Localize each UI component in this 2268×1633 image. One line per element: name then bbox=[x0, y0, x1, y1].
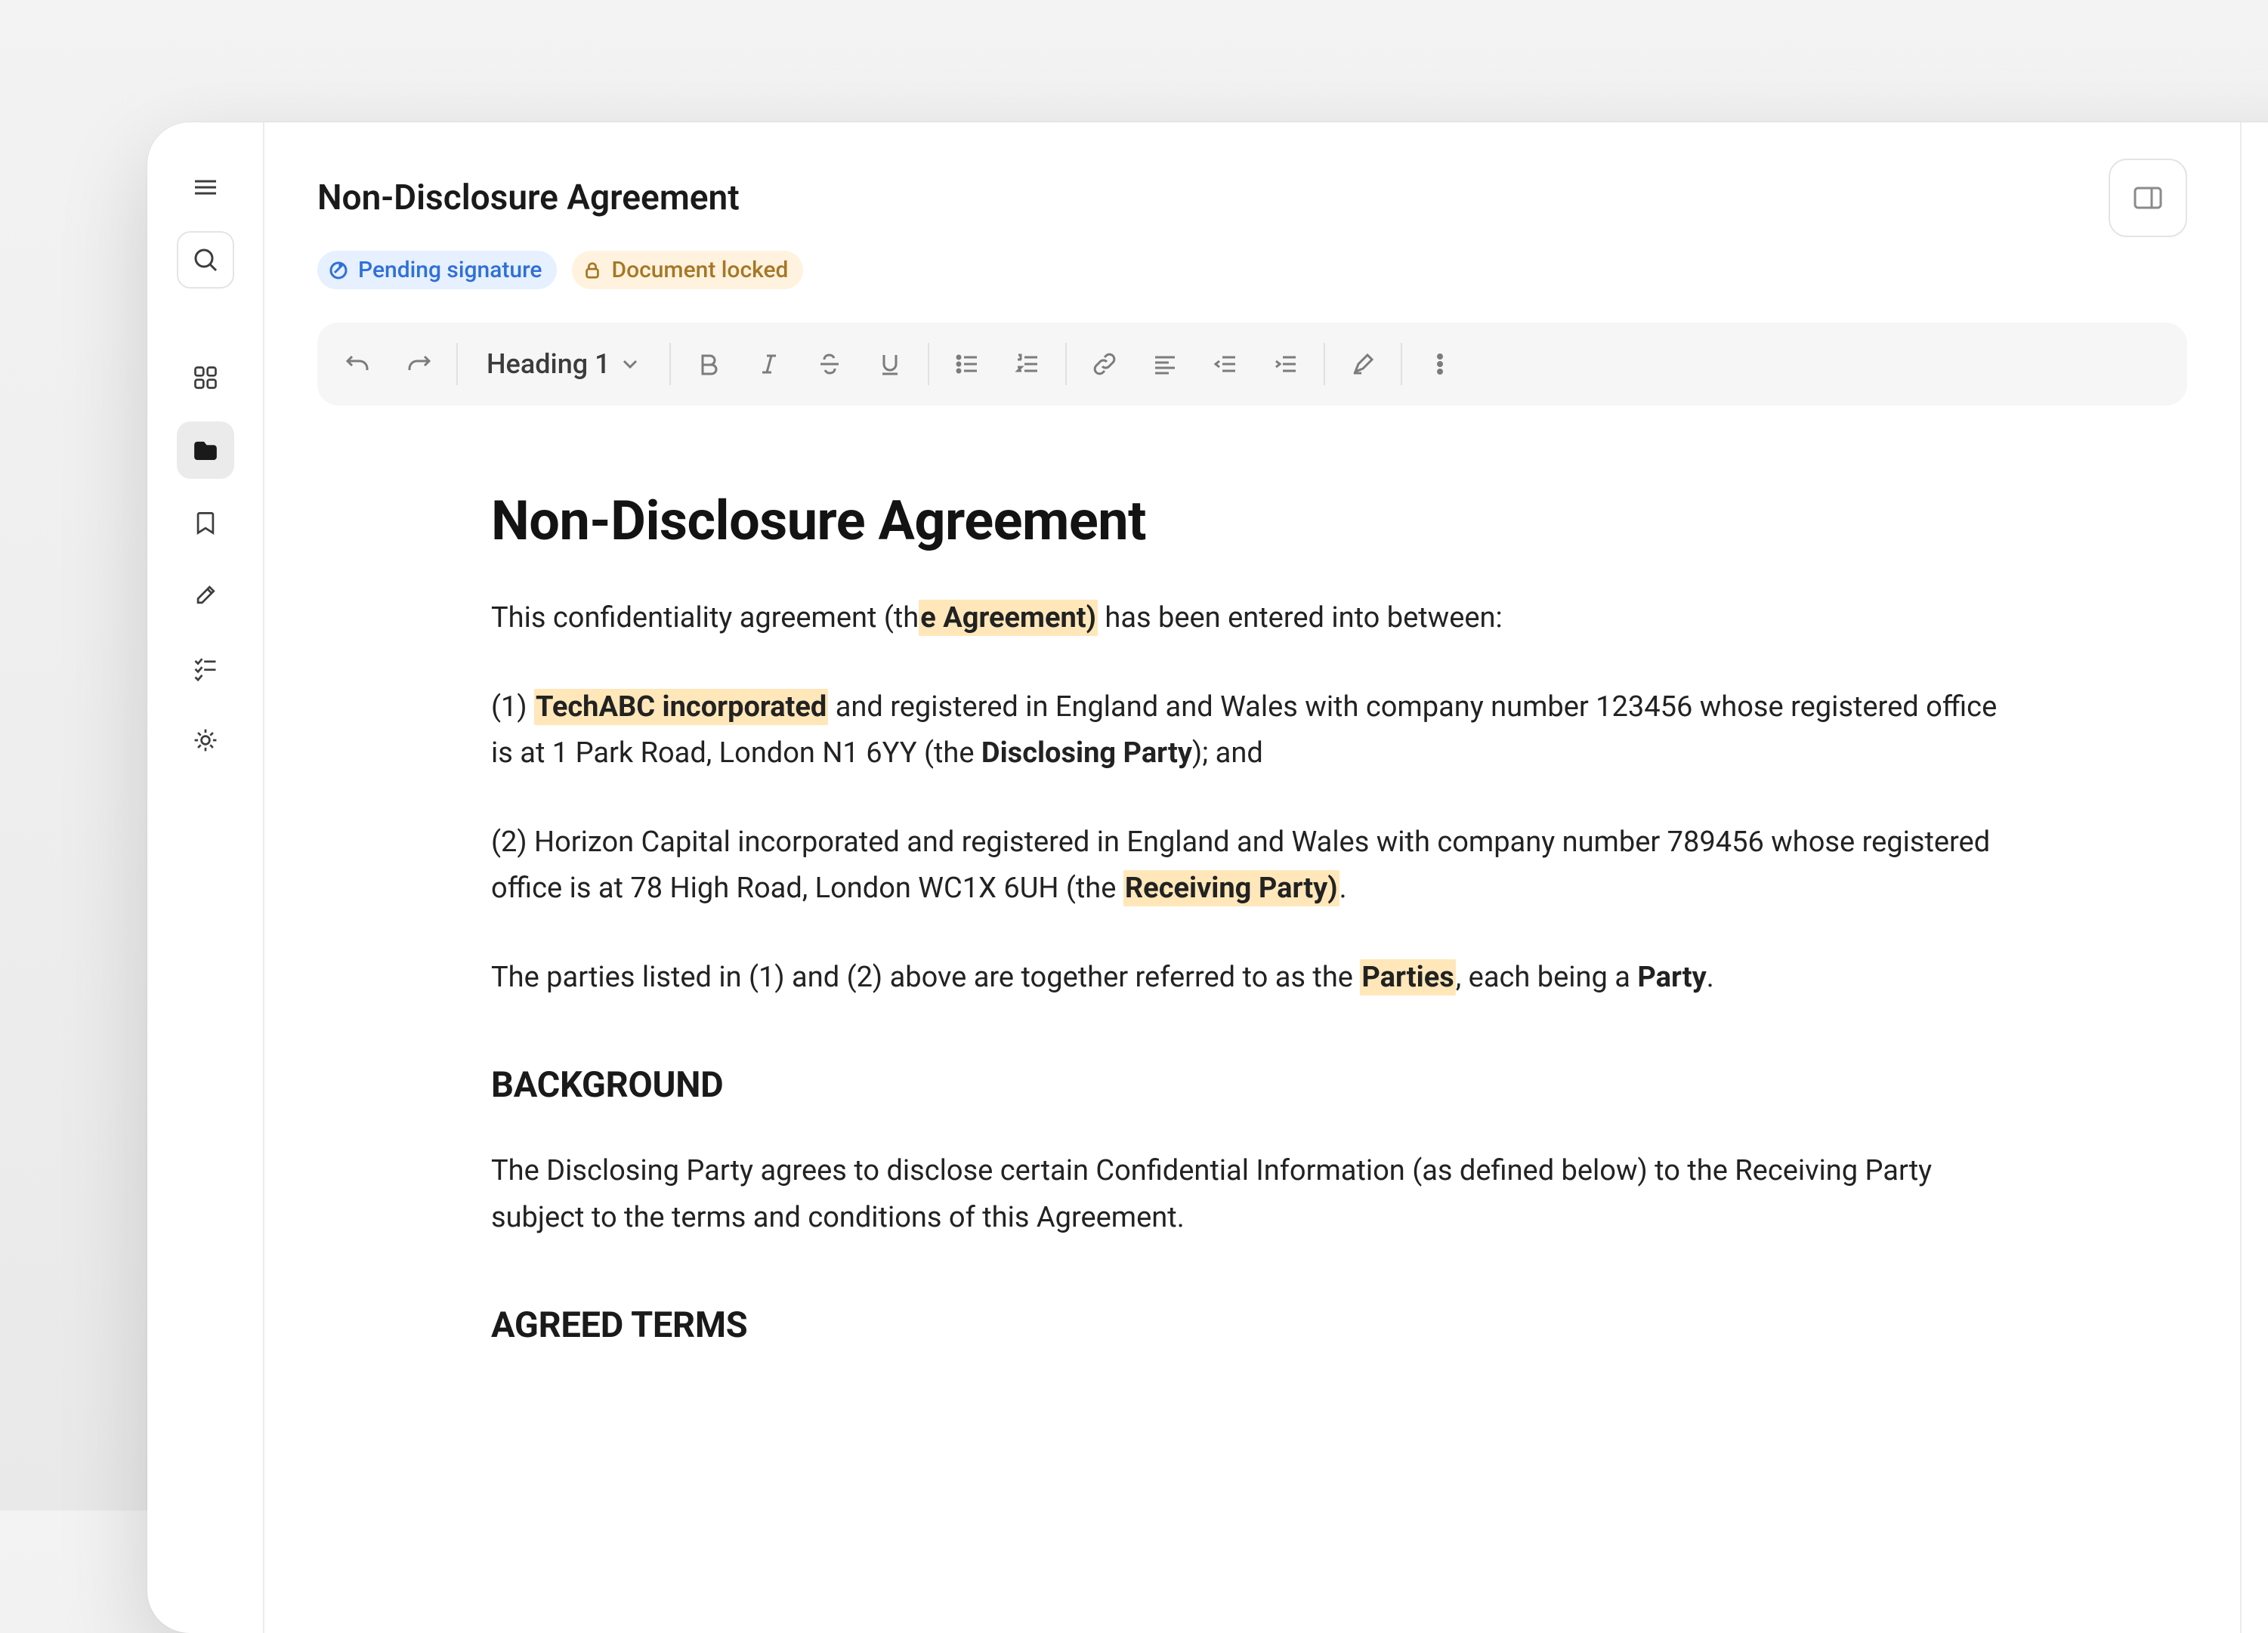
search-icon bbox=[190, 245, 221, 275]
highlight-button[interactable] bbox=[1333, 334, 1393, 394]
edit-icon bbox=[192, 582, 219, 609]
undo-button[interactable] bbox=[328, 334, 388, 394]
link-icon bbox=[1091, 350, 1118, 378]
bookmark-icon bbox=[192, 509, 219, 536]
more-button[interactable] bbox=[1410, 334, 1470, 394]
document-header: Non-Disclosure Agreement Pending signatu… bbox=[264, 122, 2240, 289]
ordered-list-icon bbox=[1014, 350, 1041, 378]
panel-icon bbox=[2130, 180, 2166, 216]
doc-paragraph: This confidentiality agreement (the Agre… bbox=[491, 595, 2013, 642]
redo-icon bbox=[403, 349, 434, 379]
nav-settings[interactable] bbox=[177, 712, 234, 769]
gear-icon bbox=[192, 727, 219, 754]
nav-apps[interactable] bbox=[177, 349, 234, 406]
nav-bookmarks[interactable] bbox=[177, 494, 234, 551]
nav-files[interactable] bbox=[177, 421, 234, 479]
redo-button[interactable] bbox=[388, 334, 449, 394]
doc-paragraph: The parties listed in (1) and (2) above … bbox=[491, 955, 2013, 1002]
outdent-button[interactable] bbox=[1195, 334, 1256, 394]
ordered-list-button[interactable] bbox=[997, 334, 1058, 394]
nav-tasks[interactable] bbox=[177, 639, 234, 696]
strikethrough-icon bbox=[816, 350, 843, 378]
indent-icon bbox=[1272, 350, 1299, 378]
pending-signature-badge: Pending signature bbox=[317, 251, 557, 289]
doc-paragraph: (1) TechABC incorporated and registered … bbox=[491, 684, 2013, 777]
heading-label: Heading 1 bbox=[487, 348, 610, 380]
bold-icon bbox=[695, 350, 722, 378]
signature-icon bbox=[328, 260, 349, 281]
panel-toggle-button[interactable] bbox=[2109, 159, 2187, 237]
link-button[interactable] bbox=[1074, 334, 1135, 394]
document-title: Non-Disclosure Agreement bbox=[317, 178, 740, 218]
lock-icon bbox=[582, 261, 602, 280]
pending-signature-label: Pending signature bbox=[358, 257, 542, 283]
bold-button[interactable] bbox=[678, 334, 739, 394]
more-vertical-icon bbox=[1426, 350, 1454, 378]
document-locked-badge: Document locked bbox=[572, 251, 803, 289]
menu-icon bbox=[190, 172, 221, 202]
bullet-list-icon bbox=[953, 350, 981, 378]
chevron-down-icon bbox=[620, 353, 641, 375]
main-area: Non-Disclosure Agreement Pending signatu… bbox=[264, 122, 2240, 1633]
editor-toolbar: Heading 1 bbox=[317, 323, 2187, 406]
strikethrough-button[interactable] bbox=[799, 334, 860, 394]
underline-button[interactable] bbox=[860, 334, 920, 394]
heading-select[interactable]: Heading 1 bbox=[465, 334, 662, 394]
undo-icon bbox=[343, 349, 373, 379]
nav-edit[interactable] bbox=[177, 566, 234, 624]
search-button[interactable] bbox=[177, 231, 234, 289]
sidebar bbox=[147, 122, 264, 1633]
menu-button[interactable] bbox=[177, 159, 234, 216]
assistant-panel: Plai assistant J Johan Draft an email th… bbox=[2240, 122, 2268, 1633]
doc-paragraph: The Disclosing Party agrees to disclose … bbox=[491, 1148, 2013, 1241]
document-content[interactable]: Non-Disclosure Agreement This confidenti… bbox=[264, 406, 2240, 1346]
doc-paragraph: (2) Horizon Capital incorporated and reg… bbox=[491, 820, 2013, 912]
grid-icon bbox=[192, 364, 219, 391]
indent-button[interactable] bbox=[1256, 334, 1316, 394]
folder-icon bbox=[192, 437, 219, 464]
outdent-icon bbox=[1212, 350, 1239, 378]
doc-heading: Non-Disclosure Agreement bbox=[491, 489, 2013, 553]
underline-icon bbox=[876, 350, 904, 378]
doc-subheading: BACKGROUND bbox=[491, 1064, 2013, 1106]
document-locked-label: Document locked bbox=[611, 257, 788, 283]
highlight-icon bbox=[1349, 350, 1377, 378]
align-left-icon bbox=[1151, 350, 1179, 378]
bullet-list-button[interactable] bbox=[937, 334, 997, 394]
italic-icon bbox=[755, 350, 783, 378]
app-window: Non-Disclosure Agreement Pending signatu… bbox=[147, 122, 2268, 1633]
italic-button[interactable] bbox=[739, 334, 799, 394]
doc-subheading: AGREED TERMS bbox=[491, 1304, 2013, 1346]
align-button[interactable] bbox=[1135, 334, 1195, 394]
checklist-icon bbox=[192, 654, 219, 681]
